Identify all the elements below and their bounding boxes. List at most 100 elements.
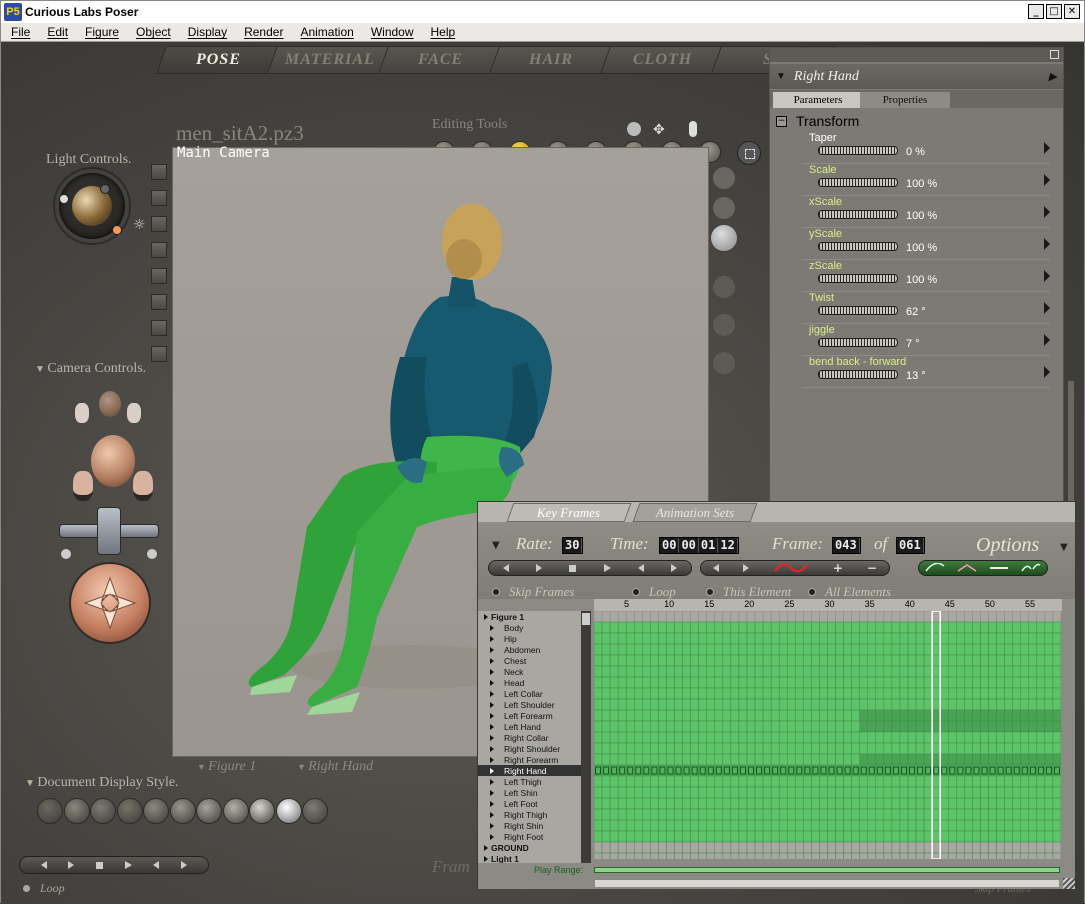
parameter-value[interactable]: 100 % [906,274,937,286]
menu-animation[interactable]: Animation [300,25,353,39]
all-elements-option[interactable]: All Elements [808,584,891,600]
render-style-3-icon[interactable] [713,352,735,374]
tree-expand-icon[interactable] [490,822,494,829]
tree-item[interactable]: Right Hand [478,765,581,776]
camera-dot-left[interactable] [61,549,71,559]
minimize-button[interactable]: _ [1028,4,1044,19]
tree-item[interactable]: Left Thigh [478,776,581,787]
display-style-cube-icon[interactable] [713,167,735,189]
tree-item[interactable]: Left Foot [478,798,581,809]
tree-expand-icon[interactable] [490,734,494,741]
options-arrow-icon[interactable]: ▼ [1060,542,1068,553]
add-key-icon[interactable]: + [833,561,843,575]
frame-ruler[interactable]: 5 10 15 20 25 30 35 40 45 50 55 [594,599,1062,611]
menu-display[interactable]: Display [188,25,227,39]
right-hand-camera-icon[interactable] [127,403,141,423]
parameter-menu-arrow-icon[interactable] [1044,206,1050,218]
display-style-cube2-icon[interactable] [713,197,735,219]
tree-expand-icon[interactable] [490,789,494,796]
tree-scrollbar[interactable] [581,611,591,871]
play-icon[interactable] [124,861,132,869]
parameter-menu-arrow-icon[interactable] [1044,270,1050,282]
menu-render[interactable]: Render [244,25,283,39]
menu-help[interactable]: Help [431,25,456,39]
menu-object[interactable]: Object [136,25,171,39]
tree-expand-icon[interactable] [490,800,494,807]
menu-window[interactable]: Window [371,25,414,39]
side-button-8[interactable] [151,346,167,362]
parameter-value[interactable]: 7 ° [906,338,920,350]
tab-parameters[interactable]: Parameters [773,92,863,108]
tree-item[interactable]: Head [478,677,581,688]
parameter-dial[interactable] [818,338,898,347]
display-style-5-icon[interactable] [143,798,169,824]
move-xy-icon[interactable]: ✥ [653,122,665,138]
parameter-dial[interactable] [818,370,898,379]
keyframes-menu-arrow-icon[interactable]: ▼ [492,540,500,551]
horizontal-scrollbar[interactable] [594,879,1060,888]
room-tab-material[interactable]: MATERIAL [266,46,393,74]
hand-view-icon[interactable] [689,121,697,137]
kf-next-frame-icon[interactable] [671,564,678,572]
tree-item[interactable]: Right Shin [478,820,581,831]
tree-expand-icon[interactable] [490,767,494,774]
side-button-1[interactable] [151,164,167,180]
tree-expand-icon[interactable] [490,778,494,785]
light-sun-icon[interactable]: ☼ [133,217,146,233]
move-y-trackball[interactable] [97,507,121,555]
tree-item[interactable]: Left Shoulder [478,699,581,710]
transform-group-header[interactable]: − Transform [776,113,859,129]
keyframe-grid[interactable] [594,611,1061,859]
last-frame-icon[interactable] [68,861,75,869]
parameter-dial[interactable] [818,274,898,283]
tree-expand-icon[interactable] [490,646,494,653]
direct-manipulation-icon[interactable] [737,141,761,165]
parameter-dial[interactable] [818,242,898,251]
maximize-button[interactable]: □ [1046,4,1062,19]
room-tab-pose[interactable]: POSE [155,46,282,74]
loop-option[interactable]: Loop [632,584,676,600]
kf-transport[interactable] [488,560,692,576]
parameter-dial[interactable] [818,178,898,187]
animation-transport[interactable] [19,856,209,874]
tab-key-frames[interactable]: Key Frames [506,503,632,522]
tree-item[interactable]: Hip [478,633,581,644]
prev-key-icon[interactable] [712,564,719,572]
parameter-menu-arrow-icon[interactable] [1044,302,1050,314]
close-button[interactable]: ✕ [1064,4,1080,19]
render-style-2-icon[interactable] [713,314,735,336]
resize-grip-icon[interactable] [1063,878,1075,889]
display-style-11-icon[interactable] [302,798,328,824]
tree-item[interactable]: Right Collar [478,732,581,743]
display-style-3-icon[interactable] [90,798,116,824]
collapse-minus-icon[interactable]: − [776,115,787,127]
stop-icon[interactable] [96,861,104,869]
prev-frame-icon[interactable] [153,861,160,869]
graph-display-icon[interactable] [773,562,809,574]
tree-expand-icon[interactable] [490,756,494,763]
left-hand-camera-icon[interactable] [75,403,89,423]
tree-item[interactable]: GROUND [478,842,581,853]
options-menu[interactable]: Options [976,534,1039,557]
tree-item[interactable]: Chest [478,655,581,666]
camera-trackball[interactable] [69,562,151,644]
this-element-option[interactable]: This Element [706,584,791,600]
tree-expand-icon[interactable] [490,723,494,730]
parameter-value[interactable]: 100 % [906,178,937,190]
spline-interp-icon[interactable] [925,563,945,573]
tree-item[interactable]: Right Foot [478,831,581,842]
tree-expand-icon[interactable] [490,624,494,631]
tree-expand-icon[interactable] [490,811,494,818]
tree-item[interactable]: Right Forearm [478,754,581,765]
parameter-value[interactable]: 62 ° [906,306,926,318]
palette-close-icon[interactable] [1050,50,1059,59]
side-button-5[interactable] [151,268,167,284]
tree-expand-icon[interactable] [484,613,488,620]
room-tab-hair[interactable]: HAIR [488,46,615,74]
palette-menu-arrow-icon[interactable]: ▶ [1049,70,1057,83]
total-frames-field[interactable]: 061 [896,537,925,554]
display-style-4-icon[interactable] [116,798,143,824]
view-magnifier-icon[interactable] [627,122,641,136]
face-camera-icon[interactable] [91,435,135,487]
tree-item[interactable]: Left Shin [478,787,581,798]
